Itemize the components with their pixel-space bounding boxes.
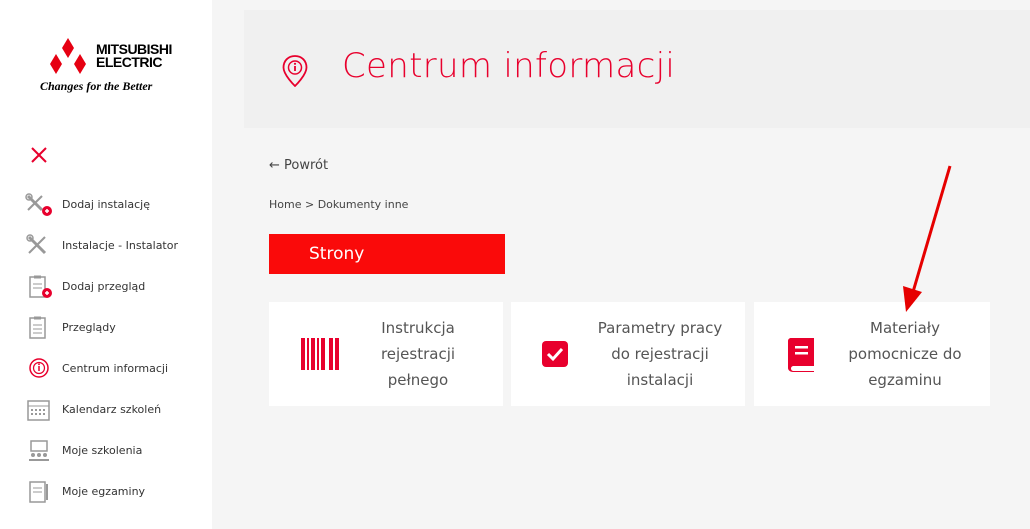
sidebar-item-label: Przeglądy (62, 321, 116, 334)
calendar-icon (24, 398, 54, 422)
sidebar-item-moje-egzaminy[interactable]: Moje egzaminy (24, 471, 210, 512)
tools-icon (24, 233, 54, 258)
card-parametry-pracy[interactable]: Parametry pracy do rejestracji instalacj… (511, 302, 745, 406)
card-label-line: instalacji (626, 371, 694, 389)
sidebar-item-label: Moje szkolenia (62, 444, 143, 457)
breadcrumb: Home > Dokumenty inne (269, 198, 408, 211)
sidebar-item-label: Dodaj instalację (62, 198, 150, 211)
card-label: Parametry pracy do rejestracji instalacj… (585, 315, 735, 393)
section-title: Strony (269, 234, 505, 274)
sidebar-item-label: Centrum informacji (62, 362, 169, 375)
presentation-icon (24, 439, 54, 463)
card-materialy-pomocnicze[interactable]: Materiały pomocnicze do egzaminu (754, 302, 990, 406)
page-header: Centrum informacji (244, 10, 1030, 128)
card-label-line: pełnego (387, 371, 449, 389)
sidebar-item-dodaj-przeglad[interactable]: Dodaj przegląd (24, 266, 210, 307)
sidebar-item-label: Kalendarz szkoleń (62, 403, 162, 416)
breadcrumb-separator: > (301, 198, 318, 211)
close-icon[interactable] (30, 146, 48, 164)
app-root: MITSUBISHI ELECTRIC Changes for the Bett… (0, 0, 1030, 529)
sidebar-item-przeglady[interactable]: Przeglądy (24, 307, 210, 348)
breadcrumb-home[interactable]: Home (269, 198, 301, 211)
back-link[interactable]: ← Powrót (269, 158, 328, 173)
card-label: Instrukcja rejestracji pełnego (353, 315, 483, 393)
clipboard-add-icon (24, 275, 54, 299)
info-pin-icon (24, 357, 54, 381)
card-label-line: Parametry pracy (597, 319, 723, 337)
sidebar-item-label: Dodaj przegląd (62, 280, 146, 293)
barcode-icon (301, 338, 341, 374)
card-label-line: egzaminu (868, 371, 942, 389)
card-label-line: rejestracji (380, 345, 456, 363)
card-label-line: pomocnicze do (848, 345, 962, 363)
sidebar-item-label: Moje egzaminy (62, 485, 146, 498)
sidebar-item-centrum-informacji[interactable]: Centrum informacji (24, 348, 210, 389)
logo-brand-line2: ELECTRIC (96, 54, 163, 70)
sidebar-item-kalendarz-szkolen[interactable]: Kalendarz szkoleń (24, 389, 210, 430)
breadcrumb-current[interactable]: Dokumenty inne (318, 198, 409, 211)
sidebar-item-instalacje-instalator[interactable]: Instalacje - Instalator (24, 225, 210, 266)
card-label: Materiały pomocnicze do egzaminu (830, 315, 980, 393)
logo-tagline: Changes for the Better (40, 79, 153, 93)
info-pin-icon (282, 55, 308, 91)
card-label-line: Materiały (870, 319, 940, 337)
card-label-line: Instrukcja (381, 319, 455, 337)
card-instrukcja-rejestracji[interactable]: Instrukcja rejestracji pełnego (269, 302, 503, 406)
sidebar-menu: Dodaj instalację Instalacje - Instalator (24, 184, 210, 512)
mitsubishi-diamonds-icon (50, 38, 86, 74)
sidebar-item-label: Instalacje - Instalator (62, 239, 178, 252)
page-title: Centrum informacji (342, 46, 676, 86)
exam-icon (24, 480, 54, 504)
sidebar-item-dodaj-instalacje[interactable]: Dodaj instalację (24, 184, 210, 225)
book-icon (788, 338, 816, 376)
main-content: Centrum informacji ← Powrót Home > Dokum… (212, 0, 1030, 529)
tools-add-icon (24, 192, 54, 217)
clipboard-icon (24, 316, 54, 340)
sidebar: MITSUBISHI ELECTRIC Changes for the Bett… (0, 0, 212, 529)
checkbox-icon (542, 341, 568, 371)
mitsubishi-logo[interactable]: MITSUBISHI ELECTRIC Changes for the Bett… (40, 38, 190, 98)
card-label-line: do rejestracji (611, 345, 709, 363)
sidebar-item-moje-szkolenia[interactable]: Moje szkolenia (24, 430, 210, 471)
